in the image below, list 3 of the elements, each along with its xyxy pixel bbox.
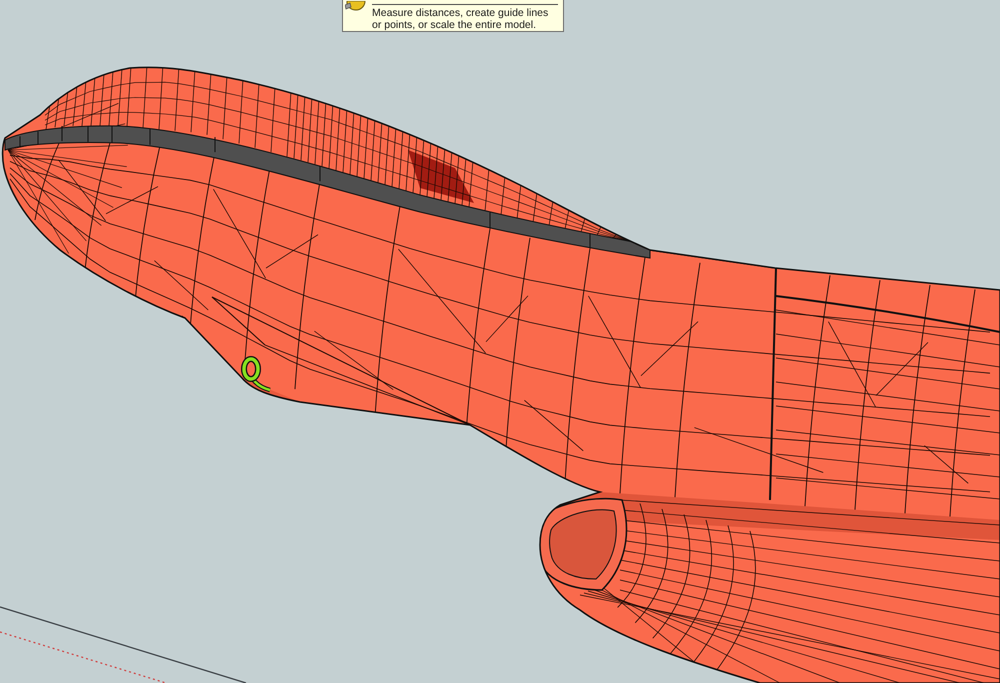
tooltip-text: Measure distances, create guide lines or points, or scale the entire model. bbox=[372, 7, 548, 31]
ring-icon bbox=[241, 356, 271, 392]
tape-measure-icon bbox=[345, 1, 367, 11]
